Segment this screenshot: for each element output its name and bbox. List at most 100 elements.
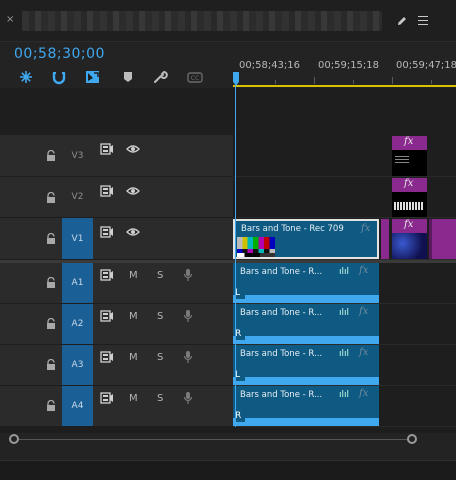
- track-v2: V2 fx: [0, 177, 456, 218]
- fx-badge: fx: [361, 223, 371, 234]
- mute-button[interactable]: M: [129, 270, 138, 281]
- add-marker-icon[interactable]: [85, 69, 101, 85]
- audio-clip[interactable]: Bars and Tone - R... ılıl fx R: [233, 386, 379, 426]
- fx-badge: fx: [359, 306, 369, 317]
- zoom-scroll-bar[interactable]: [14, 439, 414, 440]
- track-lane[interactable]: Bars and Tone - R... ılıl fx L: [233, 263, 456, 304]
- video-clip[interactable]: fx: [392, 219, 427, 259]
- waveform-icon: ılıl: [339, 267, 350, 277]
- track-header: A3 M S: [0, 345, 233, 386]
- track-header: A2 M S: [0, 304, 233, 345]
- captions-icon[interactable]: CC: [187, 69, 203, 85]
- microphone-icon[interactable]: [183, 268, 193, 282]
- sync-lock-icon[interactable]: [100, 226, 114, 238]
- sync-lock-icon[interactable]: [100, 269, 114, 281]
- playhead-timecode[interactable]: 00;58;30;00: [14, 46, 105, 62]
- solo-button[interactable]: S: [157, 270, 163, 281]
- linked-selection-icon[interactable]: [51, 69, 67, 85]
- pencil-icon[interactable]: [396, 15, 408, 27]
- sync-lock-icon[interactable]: [100, 185, 114, 197]
- waveform-icon: ılıl: [339, 390, 350, 400]
- zoom-handle-left[interactable]: [9, 434, 19, 444]
- sync-lock-icon[interactable]: [100, 392, 114, 404]
- track-label[interactable]: V1: [62, 218, 93, 259]
- fx-badge: fx: [359, 347, 369, 358]
- track-label[interactable]: V3: [62, 135, 93, 176]
- close-panel-button[interactable]: ×: [6, 15, 16, 25]
- track-header: V2: [0, 177, 233, 218]
- channel-label: L: [235, 370, 245, 381]
- microphone-icon[interactable]: [183, 391, 193, 405]
- track-label[interactable]: A4: [62, 386, 93, 426]
- playhead-line[interactable]: [235, 86, 236, 427]
- sync-lock-icon[interactable]: [100, 310, 114, 322]
- solo-button[interactable]: S: [157, 393, 163, 404]
- svg-text:CC: CC: [191, 75, 199, 82]
- lock-icon[interactable]: [46, 277, 56, 289]
- lock-icon[interactable]: [46, 150, 56, 162]
- track-lane[interactable]: Bars and Tone - R... ılıl fx R: [233, 304, 456, 345]
- clip-name: Bars and Tone - Rec 709: [241, 224, 344, 234]
- track-v1: V1 Bars and Tone - Rec 709 fx fx: [0, 218, 456, 260]
- zoom-handle-right[interactable]: [407, 434, 417, 444]
- track-label[interactable]: A3: [62, 345, 93, 385]
- video-clip[interactable]: [429, 219, 456, 259]
- microphone-icon[interactable]: [183, 309, 193, 323]
- mute-button[interactable]: M: [129, 311, 138, 322]
- channel-label: R: [235, 329, 245, 340]
- lock-icon[interactable]: [46, 359, 56, 371]
- track-label[interactable]: V2: [62, 177, 93, 217]
- fx-badge: fx: [359, 388, 369, 399]
- mute-button[interactable]: M: [129, 393, 138, 404]
- eye-icon[interactable]: [126, 186, 140, 196]
- sync-lock-icon[interactable]: [100, 143, 114, 155]
- track-header: A1 M S: [0, 263, 233, 304]
- marker-icon[interactable]: [120, 69, 136, 85]
- track-a3: A3 M S Bars and Tone - R... ılıl fx L: [0, 345, 456, 386]
- bottom-bar: [0, 460, 456, 480]
- eye-icon[interactable]: [126, 227, 140, 237]
- audio-clip[interactable]: Bars and Tone - R... ılıl fx L: [233, 345, 379, 385]
- video-clip[interactable]: fx: [392, 178, 427, 217]
- track-lane[interactable]: fx: [233, 135, 456, 177]
- track-lane[interactable]: Bars and Tone - R... ılıl fx L: [233, 345, 456, 386]
- track-label[interactable]: A2: [62, 304, 93, 344]
- work-area-bar[interactable]: [233, 85, 456, 87]
- snap-icon[interactable]: [18, 69, 34, 85]
- solo-button[interactable]: S: [157, 311, 163, 322]
- sequence-tab-title[interactable]: [22, 11, 382, 31]
- panel-header: ×: [0, 0, 456, 42]
- sync-lock-icon[interactable]: [100, 351, 114, 363]
- purple-clip-edge[interactable]: [381, 219, 389, 259]
- clip-name: Bars and Tone - R...: [240, 349, 323, 359]
- audio-clip[interactable]: Bars and Tone - R... ılıl fx R: [233, 304, 379, 344]
- lock-icon[interactable]: [46, 318, 56, 330]
- lock-icon[interactable]: [46, 233, 56, 245]
- track-lane[interactable]: Bars and Tone - R... ılıl fx R: [233, 386, 456, 427]
- channel-label: R: [235, 411, 245, 422]
- mute-button[interactable]: M: [129, 352, 138, 363]
- fx-badge: fx: [404, 178, 414, 189]
- ruler-label: 00;59;15;18: [318, 60, 380, 71]
- track-a2: A2 M S Bars and Tone - R... ılıl fx R: [0, 304, 456, 345]
- panel-menu-icon[interactable]: [418, 16, 428, 26]
- track-label[interactable]: A1: [62, 263, 93, 303]
- clip-name: Bars and Tone - R...: [240, 267, 323, 277]
- track-header: A4 M S: [0, 386, 233, 427]
- microphone-icon[interactable]: [183, 350, 193, 364]
- bars-and-tone-video-clip[interactable]: Bars and Tone - Rec 709 fx: [233, 219, 379, 259]
- wrench-icon[interactable]: [152, 69, 168, 85]
- lock-icon[interactable]: [46, 192, 56, 204]
- track-a1: A1 M S Bars and Tone - R... ılıl fx L: [0, 263, 456, 304]
- solo-button[interactable]: S: [157, 352, 163, 363]
- lock-icon[interactable]: [46, 400, 56, 412]
- track-lane[interactable]: Bars and Tone - Rec 709 fx fx: [233, 218, 456, 260]
- track-lane[interactable]: fx: [233, 177, 456, 218]
- audio-clip[interactable]: Bars and Tone - R... ılıl fx L: [233, 263, 379, 303]
- fx-badge: fx: [359, 265, 369, 276]
- ruler-label: 00;58;43;16: [239, 60, 301, 71]
- eye-icon[interactable]: [126, 144, 140, 154]
- ruler-label: 00;59;47;18: [396, 60, 456, 71]
- time-ruler[interactable]: 00;58;43;16 00;59;15;18 00;59;47;18: [233, 46, 456, 88]
- video-clip[interactable]: fx: [392, 136, 427, 176]
